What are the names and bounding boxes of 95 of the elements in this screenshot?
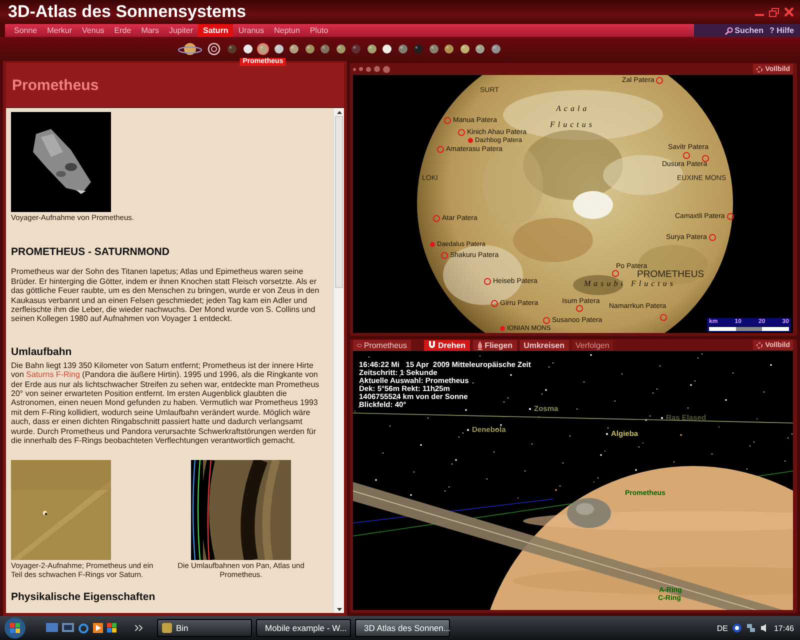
moon-icon[interactable] (334, 43, 346, 55)
planet-tab[interactable]: Sonne (9, 24, 42, 37)
close-icon[interactable] (784, 7, 794, 17)
start-button[interactable] (4, 617, 26, 639)
article-heading: PROMETHEUS - SATURNMOND (11, 246, 170, 258)
moon-icon[interactable] (474, 43, 486, 55)
zoom-dot-icon[interactable] (366, 66, 371, 72)
scroll-up-icon[interactable] (336, 110, 342, 114)
paragraph: Prometheus war der Sohn des Titanen Iapetus; Atlas und Epimetheus waren seine Brüder. Er hinterging die Götter, indem er ihnen Knochen statt Fleisch vorsetzte. Als er das göttliche Feuer raubte, um es den Menschen zu bringen, wurde er von Zeus in den Kaukasus verbannt und an einen Felsen geschmiedet; jeden Tag kam ein Adler und zerfleischte ihm die Leber, die wieder nachwuchs. Der Mond wurde von S. Collins und seinen Kollegen 1980 auf Aufnahmen von Voyager 1 entdeckt. (11, 267, 320, 324)
link[interactable]: Saturns F-Ring (26, 370, 80, 380)
network-icon[interactable] (746, 623, 756, 633)
zoom-dot-icon[interactable] (383, 66, 390, 72)
map-label: Masubi Fluctus (584, 279, 676, 288)
media-player-icon[interactable] (93, 623, 103, 633)
marker-icon[interactable] (702, 155, 709, 162)
planet-tab[interactable]: Saturn (198, 24, 234, 37)
marker-icon[interactable] (468, 138, 473, 143)
crosshair-icon (756, 342, 764, 348)
mode-button[interactable]: Fliegen (472, 340, 517, 350)
marker-icon[interactable] (576, 305, 583, 312)
marker-icon[interactable] (430, 242, 435, 247)
moon-icon[interactable] (490, 43, 502, 55)
moon-icon[interactable] (428, 43, 440, 55)
section-heading: Umlaufbahn (11, 346, 73, 358)
planet-tab[interactable]: Merkur (42, 24, 78, 37)
scrollbar[interactable] (333, 108, 344, 613)
scrollbar-thumb[interactable] (335, 116, 343, 288)
orbit-icon (357, 342, 362, 348)
scroll-down-icon[interactable] (336, 608, 342, 610)
search-button[interactable]: Suchen (724, 26, 764, 35)
map-label: Fluctus (550, 120, 595, 129)
marker-icon[interactable] (444, 117, 451, 124)
moon-icon[interactable] (381, 43, 393, 55)
zoom-dot-icon[interactable] (359, 67, 363, 71)
target-button[interactable]: Prometheus (353, 340, 411, 350)
window-title: 3D-Atlas des Sonnensystems (8, 2, 246, 22)
app-icon (162, 623, 172, 633)
marker-icon[interactable] (484, 278, 491, 285)
moon-icon[interactable] (396, 43, 408, 55)
search-icon (724, 26, 733, 34)
marker-icon[interactable] (660, 314, 667, 321)
moon-icon[interactable] (288, 43, 300, 55)
panel-title: Prometheus (12, 76, 99, 94)
marker-icon[interactable] (683, 152, 690, 159)
planet-tab[interactable]: Mars (136, 24, 164, 37)
window-switch-icon[interactable] (62, 623, 74, 633)
mode-button[interactable]: Drehen (424, 340, 470, 350)
moon-icon[interactable] (242, 43, 254, 55)
map-label: Acala (556, 104, 590, 113)
zoom-dot-icon[interactable] (374, 66, 380, 72)
moon-icon[interactable] (304, 43, 316, 55)
marker-icon[interactable] (458, 129, 465, 136)
marker-icon[interactable] (433, 215, 440, 222)
marker-icon[interactable] (500, 326, 505, 331)
moon-icon[interactable] (257, 43, 269, 55)
crosshair-icon (756, 66, 764, 72)
moon-icon[interactable] (458, 43, 470, 55)
saturn-icon[interactable] (178, 41, 202, 57)
moon-icon[interactable] (366, 43, 378, 55)
paragraph: Die Bahn liegt 139 350 Kilometer von Saturn entfernt; Prometheus ist der innere Hirte von Saturns F-Ring (Pandora die äußere Hirtin). 1995 und 1996, als die Ringkante von der Erde aus nur als lichtschwacher Streifen zu sehen war, entdeckte man Prometheus 20° von seiner erwarteten Position entfernt. Im ersten Augenblick glaubten die Astronomen, einen neuen Mond gefunden zu haben. Vermutlich war Prometheus 1993 mit dem F-Ring kollidiert, wodurch seine Umlaufbahn verändert wurde. Möglich wäre auch, dass er einen dichten Ringabschnitt passiert hatte und dadurch verlangsamt wurde. Durch Prometheus und Pandora verursachte Schwerkraftstörungen werden für die innerhalb des F-Rings beobachteten Verflechtungen verantwortlich gemacht. (11, 360, 320, 446)
moon-icon[interactable] (319, 43, 331, 55)
marker-icon[interactable] (441, 252, 448, 259)
planet-tab[interactable]: Erde (109, 24, 136, 37)
marker-icon[interactable] (543, 317, 550, 324)
planet-tab[interactable]: Venus (77, 24, 110, 37)
rocket-icon (476, 340, 483, 350)
planet-tab[interactable]: Pluto (304, 24, 334, 37)
marker-icon[interactable] (437, 146, 444, 153)
flag-icon[interactable] (107, 623, 117, 633)
zoom-dot-icon[interactable] (353, 68, 356, 70)
marker-icon[interactable] (708, 234, 716, 241)
help-button[interactable]: ? Hilfe (770, 26, 794, 35)
magnet-icon (428, 341, 436, 349)
planet-tab[interactable]: Jupiter (164, 24, 198, 37)
more-icon[interactable] (135, 625, 143, 631)
taskbar-button[interactable]: Mobile example - W... (256, 619, 351, 637)
taskbar-button[interactable]: 3D Atlas des Sonnen... (355, 619, 450, 637)
marker-icon[interactable] (612, 270, 619, 277)
planet-tab[interactable]: Uranus (233, 24, 270, 37)
moon-icon[interactable] (443, 43, 455, 55)
map-label: PROMETHEUS (637, 270, 704, 279)
desktop-icon[interactable] (46, 623, 58, 633)
orbit-icon[interactable] (207, 42, 221, 56)
clock[interactable]: 17:46 (774, 624, 794, 632)
planet-tab[interactable]: Neptun (269, 24, 305, 37)
marker-icon[interactable] (726, 213, 734, 220)
moon-icon[interactable] (272, 43, 284, 55)
marker-icon[interactable] (656, 77, 664, 84)
marker-icon[interactable] (491, 300, 498, 307)
maximize-icon[interactable] (769, 8, 779, 16)
browser-icon[interactable] (78, 622, 89, 634)
section-heading: Physikalische Eigenschaften (11, 593, 156, 603)
mode-button[interactable]: Umkreisen (520, 340, 568, 350)
taskbar-button[interactable]: Bin (157, 619, 252, 637)
language-indicator[interactable]: DE (716, 624, 728, 632)
